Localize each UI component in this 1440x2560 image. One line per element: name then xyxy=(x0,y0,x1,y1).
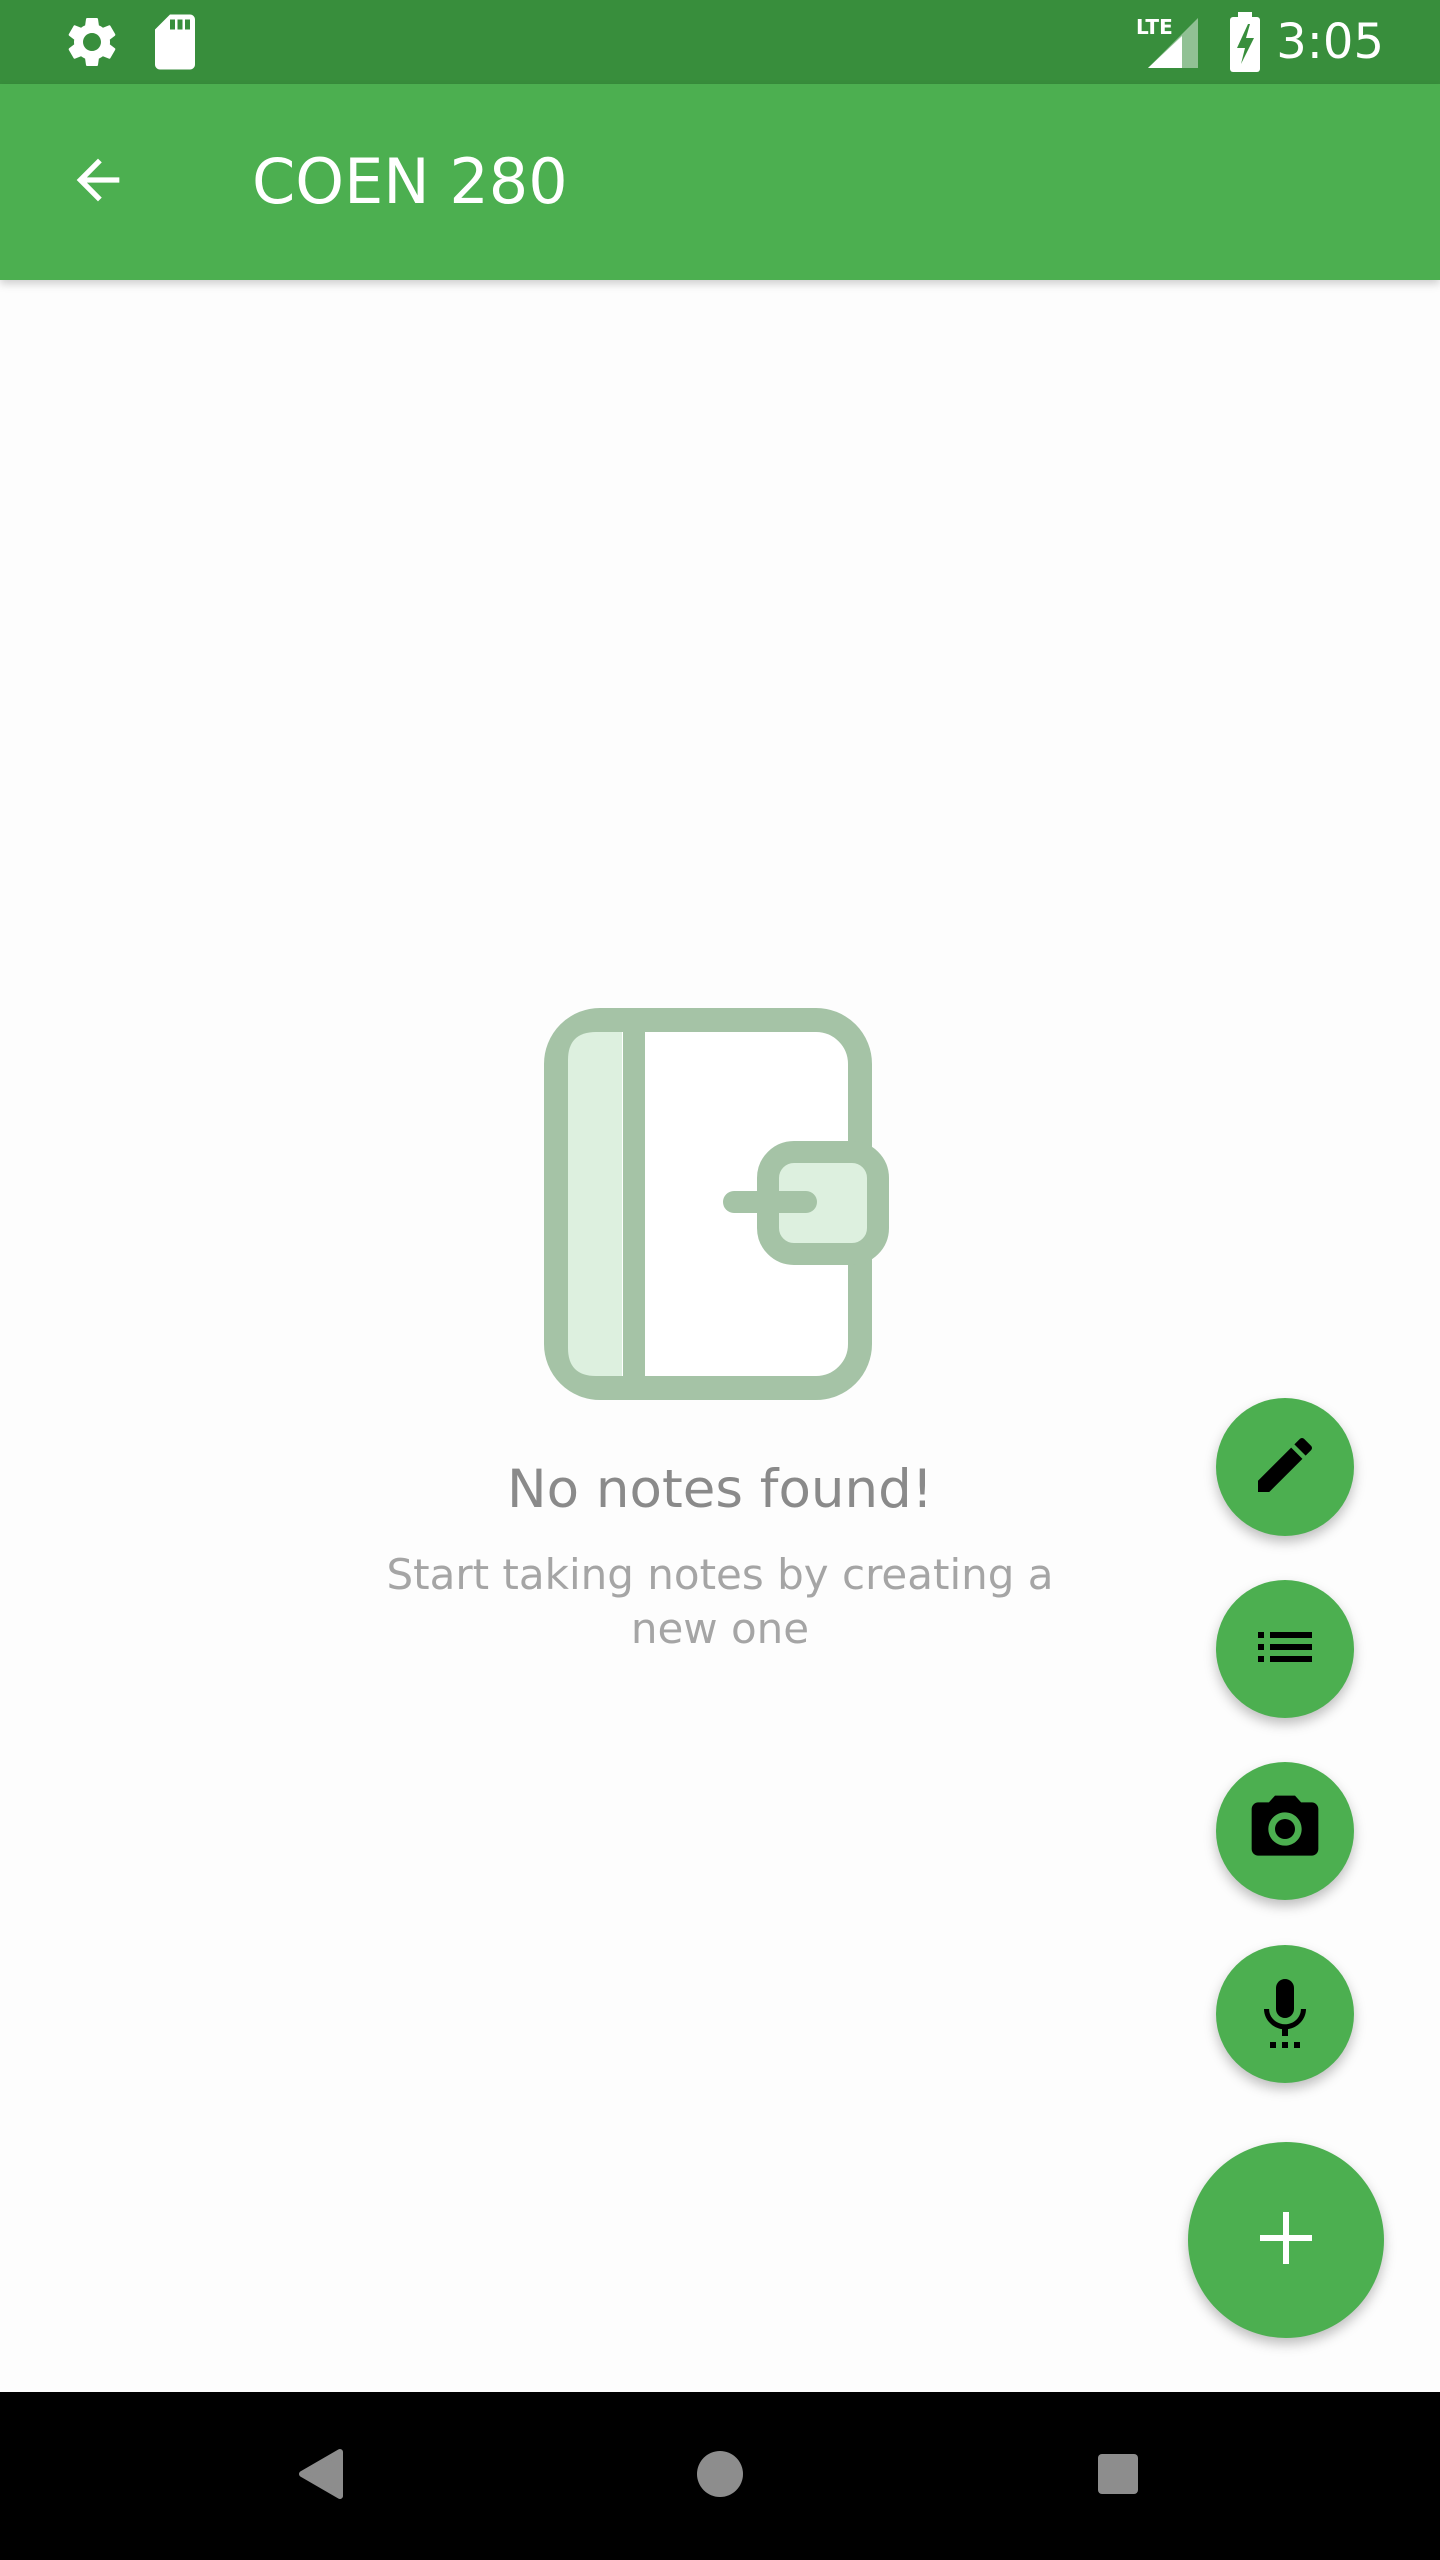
lte-signal-icon: LTE xyxy=(1134,14,1202,74)
nav-home-button[interactable] xyxy=(672,2428,768,2524)
checklist-note-button[interactable] xyxy=(1216,1580,1354,1718)
microphone-icon xyxy=(1249,1972,1321,2056)
audio-note-button[interactable] xyxy=(1216,1945,1354,2083)
checklist-icon xyxy=(1249,1611,1321,1687)
notebook-icon xyxy=(544,1008,896,1404)
pencil-icon xyxy=(1249,1429,1321,1505)
back-triangle-icon xyxy=(296,2448,344,2504)
status-bar: LTE 3:05 xyxy=(0,0,1440,84)
navigation-bar xyxy=(0,2392,1440,2560)
app-bar: COEN 280 xyxy=(0,84,1440,280)
plus-icon xyxy=(1256,2208,1316,2272)
photo-note-button[interactable] xyxy=(1216,1762,1354,1900)
arrow-back-icon xyxy=(66,148,130,216)
recents-square-icon xyxy=(1096,2452,1140,2500)
lte-label: LTE xyxy=(1136,15,1173,39)
camera-icon xyxy=(1245,1789,1325,1873)
page-title: COEN 280 xyxy=(252,145,568,218)
text-note-button[interactable] xyxy=(1216,1398,1354,1536)
back-button[interactable] xyxy=(50,144,146,220)
nav-back-button[interactable] xyxy=(272,2428,368,2524)
home-circle-icon xyxy=(695,2449,745,2503)
settings-icon xyxy=(62,12,122,76)
sd-card-icon xyxy=(150,12,200,76)
battery-charging-icon xyxy=(1228,12,1262,76)
add-note-button[interactable] xyxy=(1188,2142,1384,2338)
nav-recents-button[interactable] xyxy=(1070,2428,1166,2524)
empty-state-subtitle: Start taking notes by creating a new one xyxy=(386,1550,1054,1653)
status-clock: 3:05 xyxy=(1276,14,1384,70)
